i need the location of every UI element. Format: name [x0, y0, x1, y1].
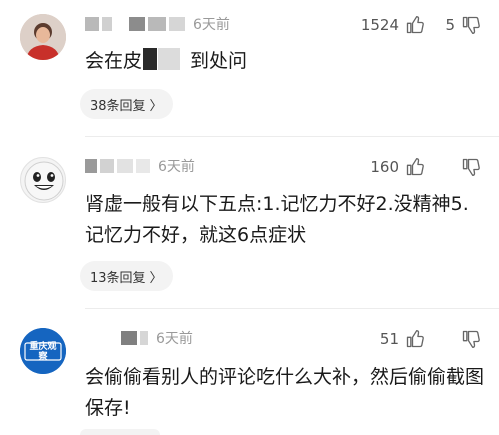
dislike-button[interactable]	[455, 328, 481, 350]
username-redacted	[85, 331, 148, 345]
avatar-text: 重庆观察	[29, 342, 57, 362]
like-button[interactable]: 51	[380, 328, 425, 350]
comment-3: 重庆观察 6天前 51 会偷偷看别人的评论吃什么大补，然后偷偷截图保存!	[0, 0, 499, 435]
comment-text: 会偷偷看别人的评论吃什么大补，然后偷偷截图保存!	[85, 366, 485, 419]
reply-button-partial[interactable]	[80, 429, 160, 435]
avatar[interactable]: 重庆观察	[20, 328, 66, 374]
comment-time: 6天前	[156, 331, 193, 347]
thumb-up-icon	[405, 329, 425, 349]
like-count: 51	[379, 330, 399, 348]
comment-meta: 6天前	[85, 328, 193, 348]
thumb-down-icon	[461, 329, 481, 349]
